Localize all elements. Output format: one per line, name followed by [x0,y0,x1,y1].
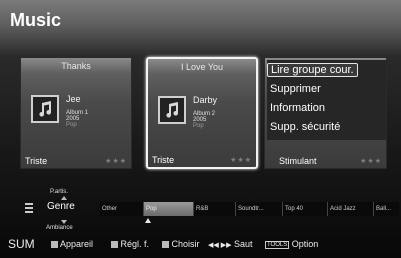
artist-name: Darby [193,95,218,105]
skip-arrows-icon: ◀◀ ▶▶ [208,242,232,249]
song-card-thanks[interactable]: Thanks Jee Album 1 2005 Pop Triste ★★★ [20,57,132,169]
skip-label: Saut [234,239,253,249]
menu-item-delete[interactable]: Supprimer [270,83,321,95]
tools-key-icon: TOOLS [265,241,290,249]
select-label: Choisir [171,239,200,249]
square-icon [162,241,169,248]
mood-label: Stimulant [279,156,317,166]
mood-label: Triste [25,156,48,166]
genre-item-pop[interactable]: Pop [144,202,194,216]
sort-next-label[interactable]: Ambiance [46,225,73,231]
select-hint: Choisir [162,239,200,249]
device-label: Appareil [60,239,94,249]
rating-stars: ★★★ [360,158,382,165]
option-label: Option [291,239,319,249]
sort-prev-label[interactable]: P.artis. [50,189,68,195]
genre-item-top-40[interactable]: Top 40 [283,202,328,216]
settings-label: Régl. f. [120,239,150,249]
settings-hint: Régl. f. [111,239,149,249]
music-note-icon [31,95,59,123]
song-genre: Pop [193,123,204,129]
tools-context-menu: Lire groupe cour. Supprimer Information … [264,57,387,169]
list-icon [25,203,33,215]
source-label: SUM [8,237,35,251]
menu-item-information[interactable]: Information [270,102,325,114]
genre-item-other[interactable]: Other [100,202,144,216]
arrow-up-icon[interactable] [61,196,67,200]
mood-label: Triste [152,155,175,165]
menu-item-play-current-group[interactable]: Lire groupe cour. [267,63,358,77]
genre-item-rnb[interactable]: R&B [194,202,236,216]
rating-stars: ★★★ [230,157,252,164]
page-title: Music [10,10,62,30]
genre-strip: Other Pop R&B Soundtr... Top 40 Acid Jaz… [100,202,399,216]
genre-pointer-icon [145,218,151,223]
song-title: I Love You [180,62,224,72]
sort-current-label[interactable]: Genre [47,201,75,212]
arrow-down-icon[interactable] [61,220,67,224]
option-hint: TOOLS Option [265,239,318,249]
artist-name: Jee [66,94,81,104]
song-title: Thanks [61,61,91,71]
song-genre: Pop [66,122,77,128]
song-card-i-love-you[interactable]: I Love You Darby Album 2 2005 Pop Triste… [146,57,258,169]
rating-stars: ★★★ [105,158,127,165]
skip-hint: ◀◀ ▶▶ Saut [208,239,253,249]
genre-item-soundtrack[interactable]: Soundtr... [236,202,283,216]
device-hint: Appareil [51,239,93,249]
genre-item-ballad[interactable]: Ball... [374,202,399,216]
genre-item-acid-jazz[interactable]: Acid Jazz [328,202,374,216]
menu-item-safe-remove[interactable]: Supp. sécurité [270,121,340,133]
square-icon [111,241,118,248]
music-note-icon [158,96,186,124]
square-icon [51,241,58,248]
